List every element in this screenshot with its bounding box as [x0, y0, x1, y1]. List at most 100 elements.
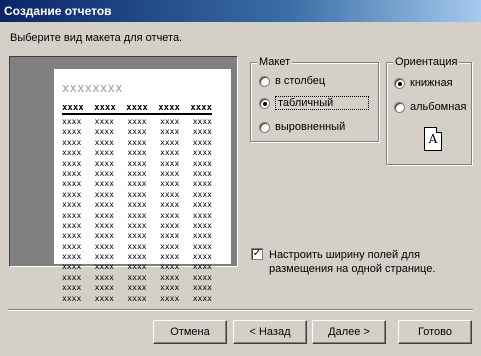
radio-tabular[interactable]: табличный: [259, 95, 369, 111]
preview-cell: xxxx: [94, 127, 114, 137]
finish-button[interactable]: Готово: [398, 320, 472, 344]
radio-justified-dot[interactable]: [259, 121, 270, 133]
preview-cell: xxxx: [192, 179, 212, 189]
preview-cell: xxxx: [127, 252, 147, 262]
fit-width-option[interactable]: ✓ Настроить ширину полей для размещения …: [251, 248, 459, 276]
title-bar: Создание отчетов: [0, 0, 481, 22]
portrait-page-icon: A: [424, 127, 442, 151]
preview-cell: xxxx: [62, 293, 82, 303]
preview-cell: xxxx: [192, 117, 212, 126]
preview-cell: xxxx: [192, 272, 212, 282]
preview-title: xxxxxxxx: [62, 81, 123, 95]
next-button[interactable]: Далее >: [312, 320, 386, 344]
preview-cell: xxxx: [127, 127, 147, 137]
radio-tabular-label: табличный: [275, 96, 369, 110]
layout-prompt: Выберите вид макета для отчета.: [10, 32, 183, 44]
orientation-group-legend: Ориентация: [393, 55, 460, 69]
preview-cell: xxxx: [62, 200, 82, 210]
radio-columnar[interactable]: в столбец: [259, 73, 325, 89]
preview-row: xxxx xxxx xxxx xxxx xxxx: [62, 252, 212, 262]
radio-landscape-label: альбомная: [410, 101, 467, 113]
preview-cell: xxxx: [160, 200, 180, 210]
preview-cell: xxxx: [127, 262, 147, 272]
preview-cell: xxxx: [62, 283, 82, 293]
preview-cell: xxxx: [127, 148, 147, 158]
preview-cell: xxxx: [127, 168, 147, 178]
preview-cell: xxxx: [62, 179, 82, 189]
radio-portrait-dot[interactable]: [394, 77, 405, 89]
preview-cell: xxxx: [192, 283, 212, 293]
preview-cell: xxxx: [94, 200, 114, 210]
preview-header-cell: xxxx: [62, 103, 84, 113]
fit-width-label: Настроить ширину полей для размещения на…: [269, 249, 436, 275]
preview-cell: xxxx: [94, 137, 114, 147]
preview-cell: xxxx: [127, 241, 147, 251]
preview-cell: xxxx: [127, 158, 147, 168]
preview-cell: xxxx: [192, 220, 212, 230]
preview-cell: xxxx: [94, 168, 114, 178]
preview-cell: xxxx: [127, 210, 147, 220]
radio-justified[interactable]: выровненный: [259, 119, 345, 135]
radio-landscape[interactable]: альбомная: [394, 99, 466, 115]
preview-page: xxxxxxxx xxxx xxxx xxxx xxxx xxxx xxxx xxxx xx…: [54, 69, 231, 303]
preview-row: xxxx xxxx xxxx xxxx xxxx: [62, 169, 212, 179]
preview-cell: xxxx: [127, 220, 147, 230]
preview-cell: xxxx: [192, 148, 212, 158]
preview-cell: xxxx: [62, 231, 82, 241]
preview-rows: xxxx xxxx xxxx xxxx xxxx xxxx xxxx xxxx xxxx xxxx…: [62, 117, 212, 304]
preview-cell: xxxx: [94, 220, 114, 230]
preview-cell: xxxx: [62, 158, 82, 168]
preview-cell: xxxx: [127, 200, 147, 210]
preview-cell: xxxx: [127, 117, 147, 126]
preview-cell: xxxx: [94, 148, 114, 158]
preview-cell: xxxx: [127, 283, 147, 293]
preview-cell: xxxx: [94, 158, 114, 168]
cancel-button-label: Отмена: [170, 326, 210, 338]
preview-row: xxxx xxxx xxxx xxxx xxxx: [62, 117, 212, 127]
preview-row: xxxx xxxx xxxx xxxx xxxx: [62, 211, 212, 221]
preview-cell: xxxx: [192, 210, 212, 220]
preview-cell: xxxx: [192, 189, 212, 199]
preview-cell: xxxx: [127, 137, 147, 147]
preview-row: xxxx xxxx xxxx xxxx xxxx: [62, 283, 212, 293]
preview-cell: xxxx: [62, 117, 82, 126]
preview-cell: xxxx: [62, 168, 82, 178]
fit-width-checkbox[interactable]: ✓: [251, 248, 263, 260]
back-button[interactable]: < Назад: [233, 320, 307, 344]
preview-cell: xxxx: [94, 252, 114, 262]
preview-header-cell: xxxx: [94, 103, 116, 113]
preview-row: xxxx xxxx xxxx xxxx xxxx: [62, 294, 212, 304]
preview-cell: xxxx: [62, 272, 82, 282]
preview-cell: xxxx: [160, 168, 180, 178]
separator-line: [8, 309, 473, 311]
preview-cell: xxxx: [94, 293, 114, 303]
preview-cell: xxxx: [192, 127, 212, 137]
preview-header-cell: xxxx: [190, 103, 212, 113]
radio-columnar-dot[interactable]: [259, 75, 270, 87]
radio-landscape-dot[interactable]: [394, 101, 405, 113]
preview-cell: xxxx: [160, 127, 180, 137]
radio-tabular-dot[interactable]: [259, 97, 270, 109]
preview-cell: xxxx: [94, 231, 114, 241]
preview-row: xxxx xxxx xxxx xxxx xxxx: [62, 262, 212, 272]
preview-cell: xxxx: [94, 117, 114, 126]
radio-portrait[interactable]: книжная: [394, 75, 453, 91]
preview-cell: xxxx: [127, 293, 147, 303]
preview-row: xxxx xxxx xxxx xxxx xxxx: [62, 273, 212, 283]
preview-cell: xxxx: [127, 179, 147, 189]
preview-cell: xxxx: [160, 252, 180, 262]
preview-cell: xxxx: [94, 283, 114, 293]
preview-cell: xxxx: [62, 127, 82, 137]
preview-row: xxxx xxxx xxxx xxxx xxxx: [62, 159, 212, 169]
preview-cell: xxxx: [62, 189, 82, 199]
preview-header-cell: xxxx: [126, 103, 148, 113]
preview-cell: xxxx: [192, 137, 212, 147]
preview-cell: xxxx: [127, 272, 147, 282]
preview-cell: xxxx: [62, 262, 82, 272]
preview-cell: xxxx: [160, 283, 180, 293]
cancel-button[interactable]: Отмена: [153, 320, 227, 344]
preview-cell: xxxx: [62, 252, 82, 262]
preview-cell: xxxx: [192, 241, 212, 251]
preview-cell: xxxx: [160, 241, 180, 251]
preview-cell: xxxx: [192, 200, 212, 210]
